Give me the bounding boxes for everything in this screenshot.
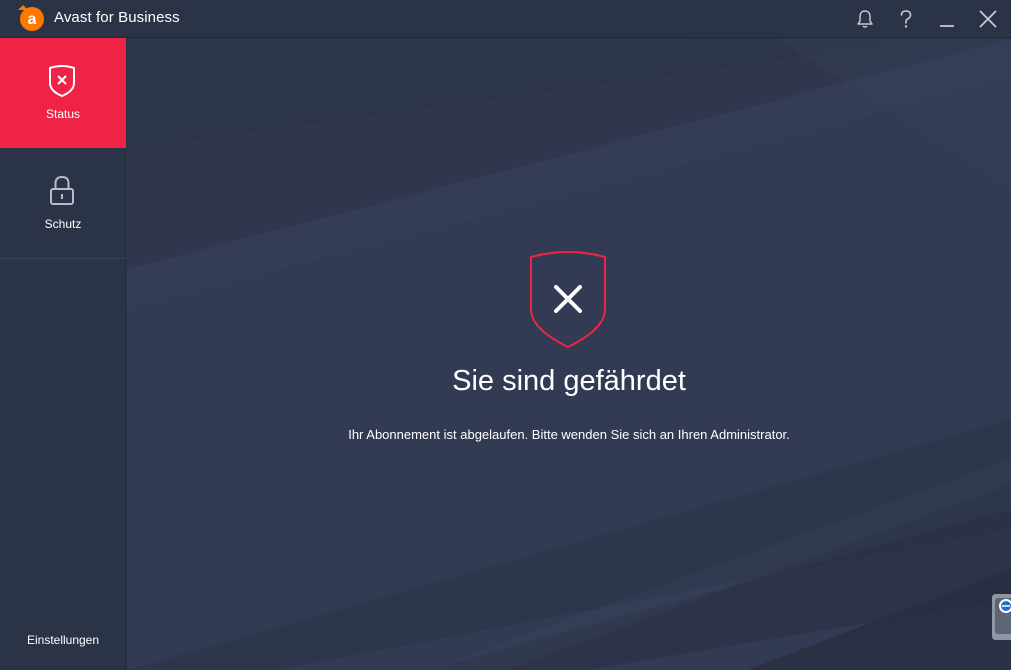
minimize-button[interactable]: [934, 6, 960, 32]
settings-link[interactable]: Einstellungen: [0, 633, 126, 647]
app-title: Avast for Business: [54, 9, 180, 26]
bell-icon: [857, 10, 873, 28]
sidebar: Status Schutz Einstellungen: [0, 38, 126, 670]
notifications-button[interactable]: [852, 6, 878, 32]
sidebar-item-schutz[interactable]: Schutz: [0, 148, 126, 258]
status-title: Sie sind gefährdet: [452, 365, 686, 397]
question-mark-icon: [900, 10, 912, 28]
help-button[interactable]: [893, 6, 919, 32]
main-panel: Sie sind gefährdet Ihr Abonnement ist ab…: [127, 39, 1011, 670]
teamviewer-widget-icon[interactable]: [990, 592, 1011, 642]
sidebar-item-label: Status: [45, 107, 81, 121]
svg-text:a: a: [28, 11, 37, 28]
sidebar-divider: [0, 258, 126, 259]
status-message: Ihr Abonnement ist abgelaufen. Bitte wen…: [348, 427, 790, 442]
background-pattern: [127, 39, 1011, 670]
shield-x-icon: [49, 65, 75, 97]
sidebar-item-label: Schutz: [44, 217, 82, 231]
shield-x-icon: [530, 251, 606, 348]
title-bar: a Avast for Business: [0, 0, 1011, 38]
sidebar-item-status[interactable]: Status: [0, 38, 126, 148]
close-button[interactable]: [975, 6, 1001, 32]
avast-logo-icon: a: [18, 5, 44, 31]
close-icon: [979, 10, 997, 28]
lock-icon: [50, 175, 74, 205]
minimize-icon: [940, 25, 954, 27]
